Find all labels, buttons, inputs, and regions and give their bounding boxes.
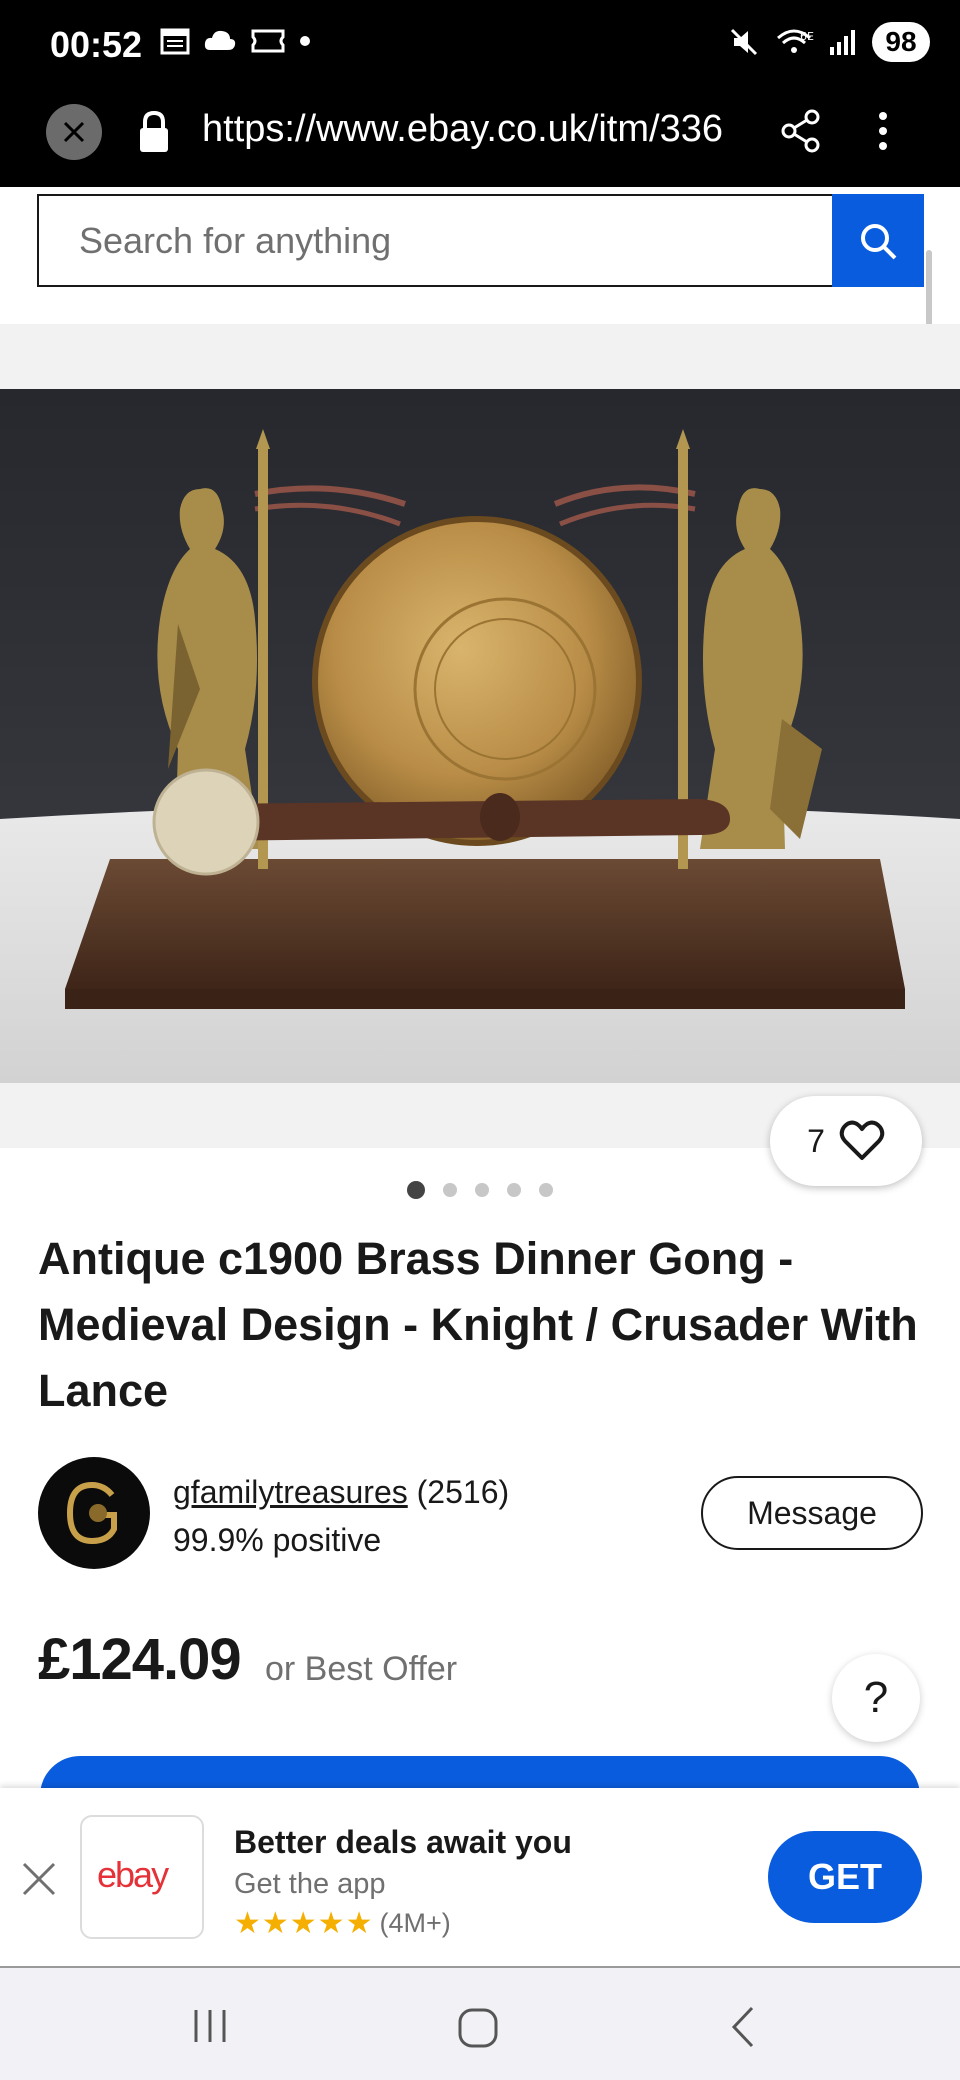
get-app-button[interactable]: GET: [768, 1831, 922, 1923]
gallery-dot[interactable]: [443, 1183, 457, 1197]
product-image[interactable]: [0, 389, 960, 1083]
best-offer-label: or Best Offer: [265, 1650, 458, 1688]
seller-info: gfamilytreasures (2516): [173, 1474, 509, 1511]
gallery-dot[interactable]: [407, 1181, 425, 1199]
ebay-logo: ebay: [97, 1857, 171, 1895]
app-install-banner: ebay Better deals await you Get the app …: [0, 1788, 960, 1968]
watch-count: 7: [807, 1122, 825, 1159]
battery-indicator: 98: [872, 22, 930, 62]
seller-logo: [66, 1481, 117, 1545]
rating-count: (4M+): [379, 1908, 451, 1938]
ebay-app-icon: ebay: [80, 1815, 204, 1939]
search-icon: [861, 223, 897, 259]
share-icon[interactable]: [778, 108, 824, 154]
gallery-dot[interactable]: [475, 1183, 489, 1197]
heart-icon: [839, 1120, 885, 1160]
watch-button[interactable]: 7: [770, 1096, 922, 1186]
search-placeholder: Search for anything: [79, 219, 392, 261]
image-gallery[interactable]: [0, 324, 960, 1148]
item-price: £124.09: [38, 1627, 242, 1692]
back-icon[interactable]: [728, 2004, 758, 2050]
recent-apps-icon[interactable]: [190, 2006, 230, 2046]
browser-url-bar: https://www.ebay.co.uk/itm/336: [0, 92, 960, 187]
url-text[interactable]: https://www.ebay.co.uk/itm/336: [202, 108, 762, 151]
close-icon[interactable]: [18, 1858, 60, 1900]
mute-icon: [730, 28, 758, 56]
ticket-icon: [251, 29, 285, 53]
lock-icon: [140, 110, 168, 152]
close-icon: [63, 121, 85, 143]
star-rating-icon: ★★★★★: [234, 1907, 374, 1940]
notification-icons: [160, 26, 312, 56]
seller-avatar[interactable]: [38, 1457, 150, 1569]
seller-feedback-count: (2516): [416, 1474, 510, 1510]
signal-icon: [830, 30, 855, 55]
home-icon[interactable]: [456, 2006, 500, 2050]
gallery-dot[interactable]: [539, 1183, 553, 1197]
item-title: Antique c1900 Brass Dinner Gong - Mediev…: [38, 1233, 918, 1416]
gallery-dot[interactable]: [507, 1183, 521, 1197]
system-nav-bar: [0, 1968, 960, 2080]
network-type: 6E: [800, 30, 814, 43]
message-button[interactable]: Message: [701, 1476, 923, 1550]
cloud-icon: [204, 30, 236, 50]
gallery-pagination: [0, 1181, 960, 1199]
status-bar: 00:52 6E 98: [0, 0, 960, 92]
close-tab-button[interactable]: [46, 104, 102, 160]
help-button[interactable]: ?: [832, 1654, 920, 1742]
calendar-icon: [160, 28, 190, 55]
dot-icon: [300, 36, 310, 46]
banner-title: Better deals await you: [234, 1824, 572, 1860]
seller-name-link[interactable]: gfamilytreasures: [173, 1474, 408, 1510]
banner-rating: ★★★★★ (4M+): [234, 1906, 451, 1941]
banner-subtitle: Get the app: [234, 1868, 386, 1900]
search-input[interactable]: Search for anything: [37, 194, 833, 287]
seller-positive: 99.9% positive: [173, 1522, 382, 1558]
more-options-icon[interactable]: [868, 108, 898, 154]
status-time: 00:52: [50, 24, 143, 65]
search-area: Search for anything: [0, 187, 960, 324]
wifi-icon: 6E: [777, 29, 814, 53]
system-icons: 6E 98: [728, 22, 930, 62]
ebay-logo-text: ebay: [97, 1857, 169, 1895]
search-button[interactable]: [832, 194, 924, 287]
